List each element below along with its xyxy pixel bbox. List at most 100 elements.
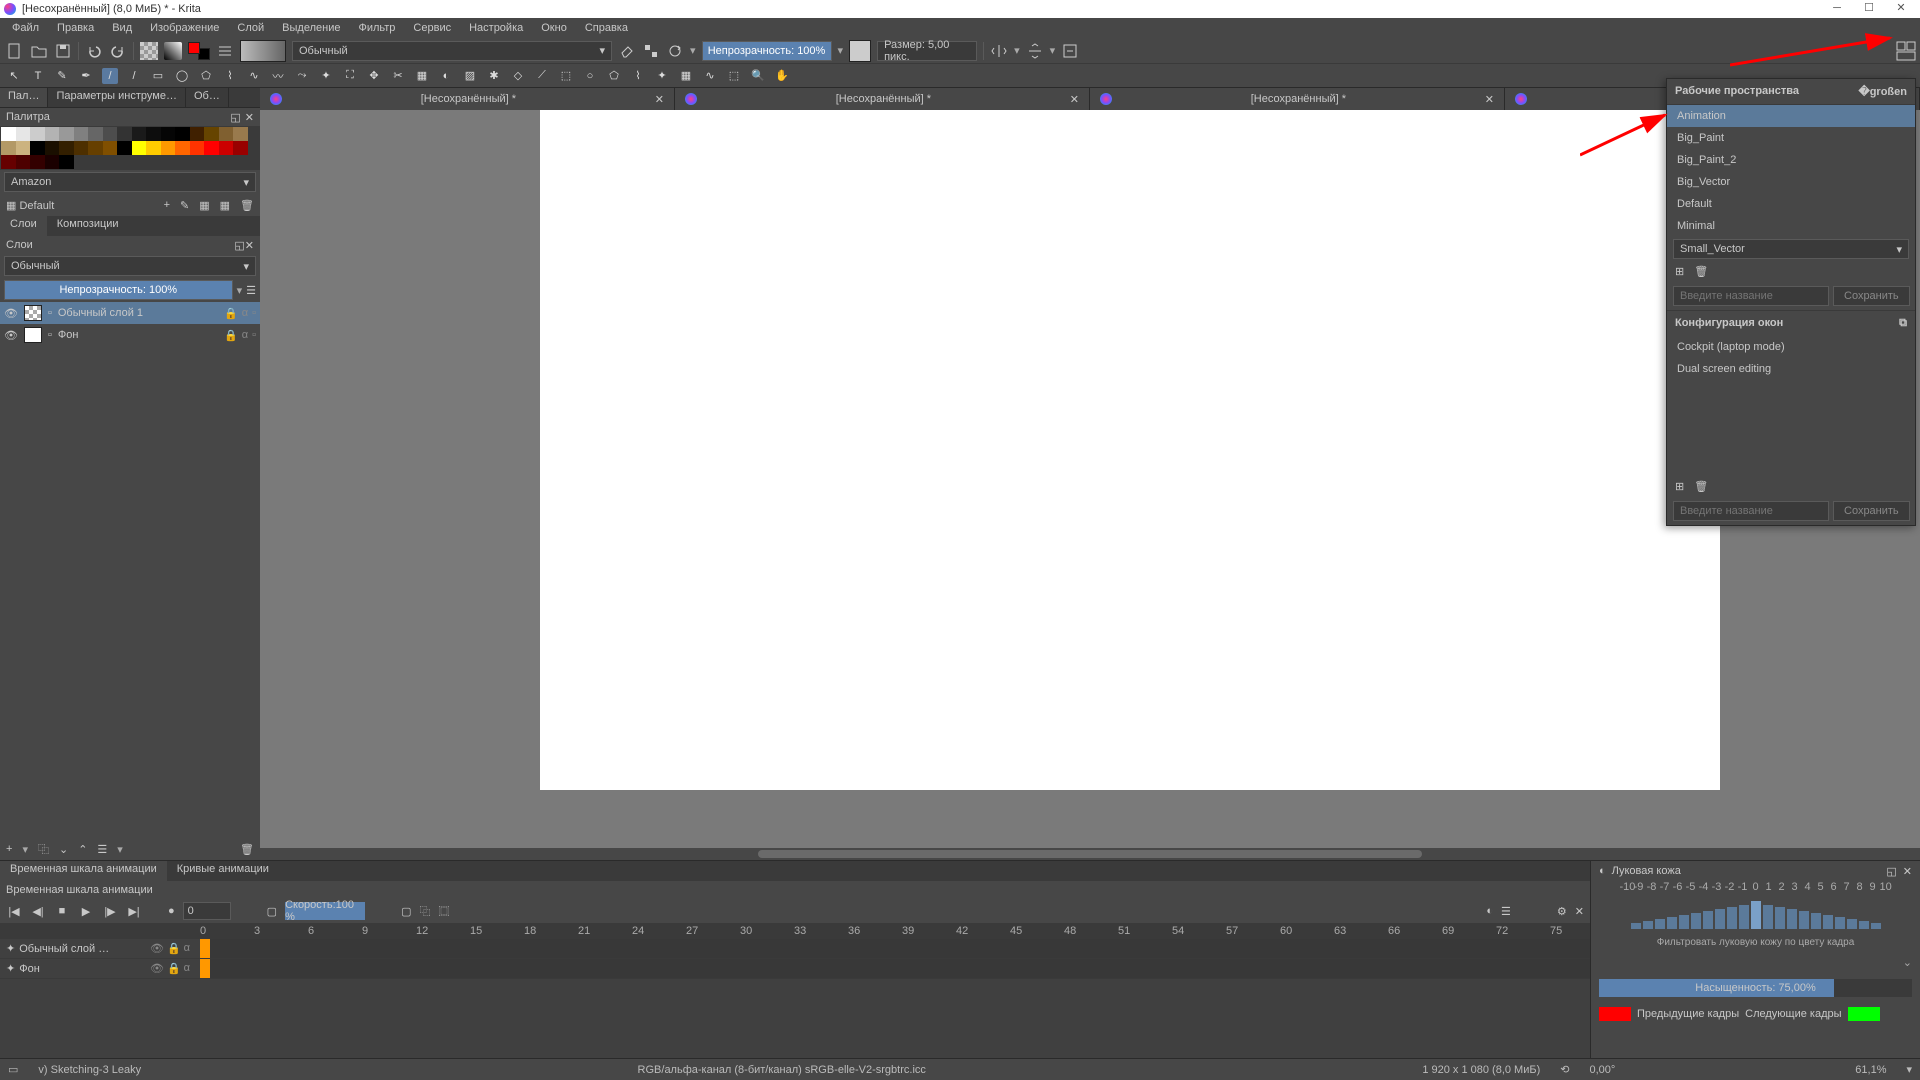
brush-preset-preview[interactable]	[240, 40, 286, 62]
select-contig-tool[interactable]: ✦	[654, 68, 670, 84]
expand-icon[interactable]: ⌄	[1599, 956, 1912, 969]
close-icon[interactable]: ✕	[1903, 865, 1912, 878]
anim-settings2-icon[interactable]: ⿻	[419, 903, 430, 919]
delete-swatch-icon[interactable]: 🗑	[240, 199, 254, 212]
left-tab[interactable]: Параметры инструме…	[48, 88, 186, 107]
blend-mode-combo[interactable]: Обычный▾	[292, 41, 612, 61]
close-tab-icon[interactable]: ✕	[655, 93, 664, 106]
onion-icon[interactable]: ◐	[1486, 905, 1493, 917]
select-bezier-tool[interactable]: ∿	[702, 68, 718, 84]
color-swatch[interactable]	[190, 127, 205, 141]
close-icon[interactable]: ✕	[1575, 905, 1584, 918]
workspace-small-vector-combo[interactable]: Small_Vector▾	[1673, 239, 1909, 259]
text-tool[interactable]: T	[30, 68, 46, 84]
layer-menu-icon[interactable]: ☰	[246, 284, 256, 297]
edit-shape-tool[interactable]: ✎	[54, 68, 70, 84]
polygon-tool[interactable]: ⬠	[198, 68, 214, 84]
color-swatch[interactable]	[175, 141, 190, 155]
layer-blend-combo[interactable]: Обычный▾	[4, 256, 256, 276]
maximize-button[interactable]: ☐	[1862, 2, 1876, 16]
pattern-swatch[interactable]	[140, 42, 158, 60]
prev-frame-icon[interactable]: ◀|	[30, 903, 46, 919]
visibility-icon[interactable]: 👁	[4, 307, 18, 320]
selection-icon[interactable]: ▭	[8, 1063, 18, 1076]
ellipse-tool[interactable]: ◯	[174, 68, 190, 84]
left-tab[interactable]: Пал…	[0, 88, 48, 107]
color-swatch[interactable]	[30, 127, 45, 141]
menu-Фильтр[interactable]: Фильтр	[350, 20, 403, 36]
workspace-item[interactable]: Animation	[1667, 105, 1915, 127]
grid2-icon[interactable]: ▦	[220, 199, 230, 212]
lock-icon[interactable]: 🔒	[224, 329, 238, 342]
color-swatch[interactable]	[59, 141, 74, 155]
timeline-track[interactable]: ✦Фон👁🔒α	[0, 959, 1590, 979]
redo-icon[interactable]	[109, 42, 127, 60]
select-magnetic-tool[interactable]: ⬚	[726, 68, 742, 84]
anim-settings-icon[interactable]: ▢	[401, 905, 411, 918]
menu-Вид[interactable]: Вид	[104, 20, 140, 36]
color-swatch[interactable]	[16, 155, 31, 169]
drop-frames-icon[interactable]: ▢	[267, 905, 277, 918]
close-button[interactable]: ✕	[1894, 2, 1908, 16]
document-tab[interactable]: [Несохранённый] *✕	[1090, 88, 1505, 110]
color-swatch[interactable]	[175, 127, 190, 141]
pan-tool[interactable]: ✋	[774, 68, 790, 84]
brush-settings-icon[interactable]	[216, 42, 234, 60]
color-swatch[interactable]	[1, 155, 16, 169]
onion-bars[interactable]	[1591, 893, 1920, 933]
color-swatch[interactable]	[117, 141, 132, 155]
float-icon[interactable]: ◱	[230, 111, 240, 124]
color-swatch[interactable]	[117, 127, 132, 141]
menu-Слой[interactable]: Слой	[229, 20, 272, 36]
move-up-icon[interactable]: ⌃	[78, 843, 87, 856]
visibility-icon[interactable]: 👁	[4, 329, 18, 342]
alpha-lock-icon[interactable]	[642, 42, 660, 60]
menu-Правка[interactable]: Правка	[49, 20, 102, 36]
polyline-tool[interactable]: ⌇	[222, 68, 238, 84]
window-config-item[interactable]: Cockpit (laptop mode)	[1667, 336, 1915, 358]
fg-bg-color[interactable]	[188, 42, 210, 60]
layer-tab[interactable]: Композиции	[47, 216, 129, 236]
color-swatch[interactable]	[161, 127, 176, 141]
delete-config-icon[interactable]: 🗑	[1694, 480, 1708, 493]
brush-tip-preview[interactable]	[849, 40, 871, 62]
color-swatch[interactable]	[161, 141, 176, 155]
add-layer-icon[interactable]: +	[6, 843, 12, 855]
color-swatch[interactable]	[1, 141, 16, 155]
color-swatch[interactable]	[190, 141, 205, 155]
color-swatch[interactable]	[233, 141, 248, 155]
palette-name-combo[interactable]: Amazon▾	[4, 172, 256, 192]
measure-tool[interactable]: ⟋	[534, 68, 550, 84]
prev-color-swatch[interactable]	[1599, 1007, 1631, 1021]
transform-tool[interactable]: ⛶	[342, 68, 358, 84]
workspace-item[interactable]: Default	[1667, 193, 1915, 215]
close-icon[interactable]: ✕	[245, 240, 254, 252]
delete-layer-icon[interactable]: 🗑	[240, 843, 254, 856]
stop-icon[interactable]: ■	[54, 903, 70, 919]
document-tab[interactable]: [Несохранённый] *✕	[675, 88, 1090, 110]
float-icon[interactable]: ◱	[234, 240, 244, 252]
smartfill-tool[interactable]: ✱	[486, 68, 502, 84]
duplicate-layer-icon[interactable]: ⿻	[38, 841, 49, 857]
calligraphy-tool[interactable]: ✒	[78, 68, 94, 84]
canvas[interactable]	[540, 110, 1720, 790]
select-free-tool[interactable]: ⌇	[630, 68, 646, 84]
brush-tool[interactable]: /	[102, 68, 118, 84]
color-swatch[interactable]	[16, 127, 31, 141]
color-swatch[interactable]	[204, 141, 219, 155]
layer-props-icon[interactable]: ☰	[97, 843, 107, 856]
menu-Окно[interactable]: Окно	[533, 20, 575, 36]
select-poly-tool[interactable]: ⬠	[606, 68, 622, 84]
select-ellipse-tool[interactable]: ○	[582, 68, 598, 84]
reload-icon[interactable]	[666, 42, 684, 60]
delete-workspace-icon[interactable]: 🗑	[1694, 265, 1708, 278]
settings-icon[interactable]: ⚙	[1557, 905, 1567, 918]
color-swatch[interactable]	[132, 127, 147, 141]
color-swatch[interactable]	[74, 127, 89, 141]
timeline-track[interactable]: ✦Обычный слой …👁🔒α	[0, 939, 1590, 959]
save-workspace-button[interactable]: Сохранить	[1833, 286, 1910, 306]
add-workspace-icon[interactable]: ⊞	[1675, 265, 1684, 278]
menu-Изображение[interactable]: Изображение	[142, 20, 227, 36]
undo-icon[interactable]	[85, 42, 103, 60]
timeline-ruler[interactable]: 0369121518212427303336394245485154576063…	[0, 923, 1590, 939]
